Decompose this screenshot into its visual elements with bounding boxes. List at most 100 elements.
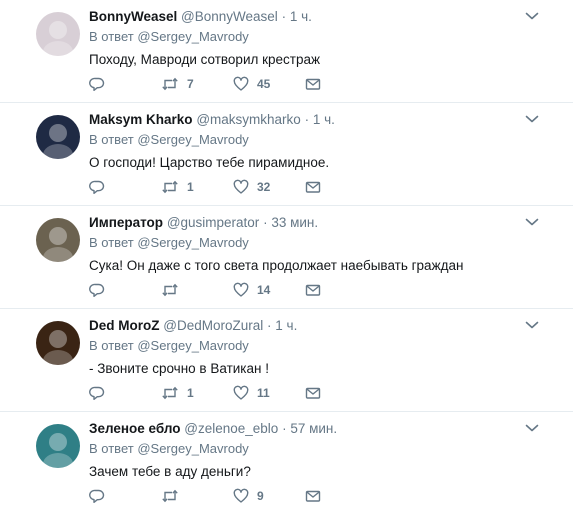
retweet-icon (162, 77, 178, 91)
reply-button[interactable] (89, 282, 161, 298)
reply-context: В ответ @Sergey_Mavrody (89, 131, 539, 149)
chevron-down-icon[interactable] (525, 217, 539, 227)
retweet-button[interactable]: 1 (161, 385, 233, 401)
tweet-header: BonnyWeasel @BonnyWeasel · 1 ч. (89, 8, 539, 26)
tweet-actions: 1 11 (89, 385, 377, 401)
like-button[interactable]: 14 (233, 282, 305, 298)
avatar-image (36, 218, 80, 262)
display-name[interactable]: Император (89, 215, 163, 230)
reply-button[interactable] (89, 179, 161, 195)
avatar[interactable] (36, 12, 80, 56)
separator-dot: · (281, 9, 287, 24)
avatar[interactable] (36, 321, 80, 365)
retweet-button[interactable]: 1 (161, 179, 233, 195)
display-name[interactable]: BonnyWeasel (89, 9, 177, 24)
direct-message-button[interactable] (305, 76, 377, 92)
like-button[interactable]: 9 (233, 488, 305, 504)
tweet[interactable]: Ded MoroZ @DedMoroZural · 1 ч. В ответ @… (0, 309, 573, 412)
separator-dot: · (263, 215, 268, 230)
envelope-icon (305, 284, 321, 296)
reply-mention[interactable]: @Sergey_Mavrody (137, 132, 248, 147)
heart-icon (233, 76, 249, 91)
username[interactable]: @zelenoe_eblo (184, 421, 278, 436)
chevron-down-icon[interactable] (525, 114, 539, 124)
avatar-image (36, 12, 80, 56)
retweet-count: 7 (187, 77, 194, 91)
reply-icon (89, 283, 105, 297)
timestamp[interactable]: 57 мин. (290, 421, 337, 436)
avatar[interactable] (36, 424, 80, 468)
reply-prefix: В ответ (89, 235, 134, 250)
reply-icon (89, 180, 105, 194)
tweet-actions: 14 (89, 282, 377, 298)
display-name[interactable]: Зеленое ебло (89, 421, 181, 436)
tweet-content: Maksym Kharko @maksymkharko · 1 ч. В отв… (89, 111, 539, 172)
heart-icon (233, 282, 249, 297)
tweet-header: Зеленое ебло @zelenoe_eblo · 57 мин. (89, 420, 539, 438)
reply-context: В ответ @Sergey_Mavrody (89, 234, 539, 252)
avatar[interactable] (36, 218, 80, 262)
chevron-down-icon[interactable] (525, 423, 539, 433)
tweet-text: О господи! Царство тебе пирамидное. (89, 155, 330, 170)
timestamp[interactable]: 1 ч. (313, 112, 335, 127)
tweet-actions: 9 (89, 488, 377, 504)
display-name[interactable]: Maksym Kharko (89, 112, 193, 127)
username[interactable]: @DedMoroZural (163, 318, 263, 333)
chevron-down-icon[interactable] (525, 320, 539, 330)
envelope-icon (305, 181, 321, 193)
direct-message-button[interactable] (305, 282, 377, 298)
display-name[interactable]: Ded MoroZ (89, 318, 160, 333)
reply-icon (89, 489, 105, 503)
reply-mention[interactable]: @Sergey_Mavrody (137, 29, 248, 44)
reply-button[interactable] (89, 385, 161, 401)
timestamp[interactable]: 1 ч. (275, 318, 297, 333)
like-button[interactable]: 11 (233, 385, 305, 401)
reply-context: В ответ @Sergey_Mavrody (89, 440, 539, 458)
reply-mention[interactable]: @Sergey_Mavrody (137, 235, 248, 250)
reply-prefix: В ответ (89, 29, 134, 44)
timestamp[interactable]: 33 мин. (271, 215, 318, 230)
like-count: 32 (257, 180, 271, 194)
reply-button[interactable] (89, 488, 161, 504)
heart-icon (233, 385, 249, 400)
retweet-button[interactable]: 7 (161, 76, 233, 92)
like-button[interactable]: 45 (233, 76, 305, 92)
retweet-icon (162, 489, 178, 503)
retweet-icon (162, 386, 178, 400)
avatar[interactable] (36, 115, 80, 159)
reply-icon (89, 77, 105, 91)
heart-icon (233, 488, 249, 503)
like-count: 11 (257, 386, 270, 400)
retweet-count: 1 (187, 386, 194, 400)
chevron-down-icon[interactable] (525, 11, 539, 21)
tweet-content: Ded MoroZ @DedMoroZural · 1 ч. В ответ @… (89, 317, 539, 378)
retweet-button[interactable] (161, 282, 233, 298)
separator-dot: · (304, 112, 310, 127)
tweet-text: Сука! Он даже с того света продолжает на… (89, 258, 464, 273)
retweet-button[interactable] (161, 488, 233, 504)
retweet-icon (162, 283, 178, 297)
tweet[interactable]: BonnyWeasel @BonnyWeasel · 1 ч. В ответ … (0, 0, 573, 103)
reply-button[interactable] (89, 76, 161, 92)
tweet[interactable]: Император @gusimperator · 33 мин. В отве… (0, 206, 573, 309)
direct-message-button[interactable] (305, 385, 377, 401)
reply-prefix: В ответ (89, 441, 134, 456)
tweet[interactable]: Maksym Kharko @maksymkharko · 1 ч. В отв… (0, 103, 573, 206)
tweet-text: Зачем тебе в аду деньги? (89, 464, 251, 479)
retweet-count: 1 (187, 180, 194, 194)
avatar-image (36, 321, 80, 365)
envelope-icon (305, 490, 321, 502)
timestamp[interactable]: 1 ч. (290, 9, 312, 24)
username[interactable]: @maksymkharko (196, 112, 300, 127)
tweet[interactable]: Зеленое ебло @zelenoe_eblo · 57 мин. В о… (0, 412, 573, 517)
reply-mention[interactable]: @Sergey_Mavrody (137, 441, 248, 456)
like-button[interactable]: 32 (233, 179, 305, 195)
tweet-header: Ded MoroZ @DedMoroZural · 1 ч. (89, 317, 539, 335)
username[interactable]: @gusimperator (167, 215, 260, 230)
direct-message-button[interactable] (305, 179, 377, 195)
tweet-header: Император @gusimperator · 33 мин. (89, 214, 539, 232)
username[interactable]: @BonnyWeasel (181, 9, 278, 24)
like-count: 45 (257, 77, 271, 91)
reply-mention[interactable]: @Sergey_Mavrody (137, 338, 248, 353)
direct-message-button[interactable] (305, 488, 377, 504)
